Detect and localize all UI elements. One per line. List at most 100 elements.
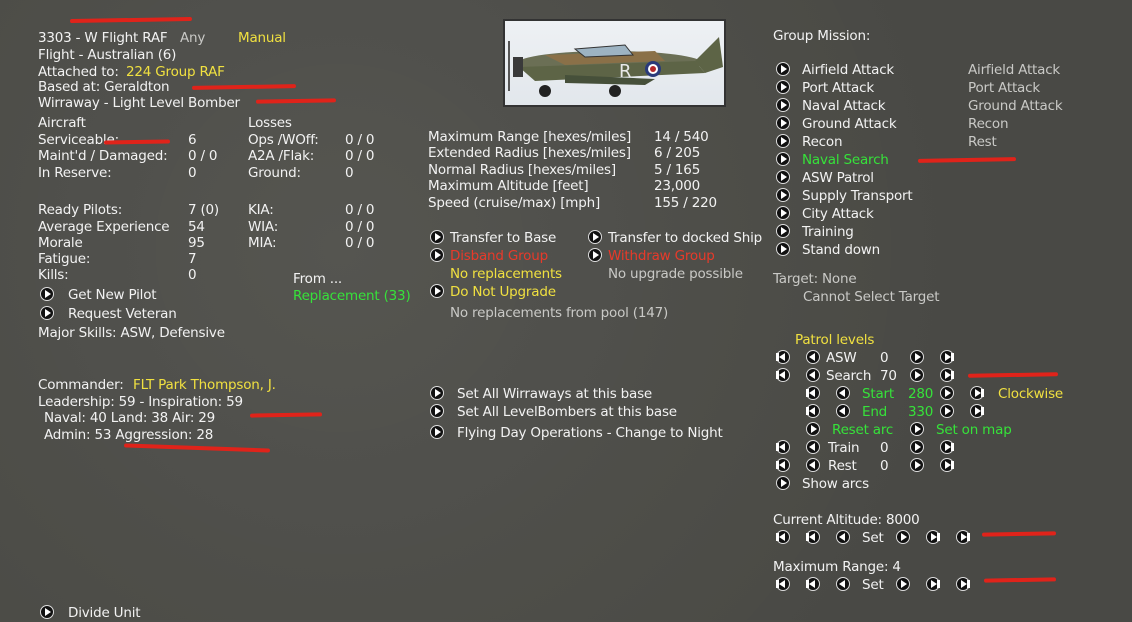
mission-airfield-attack[interactable]: Airfield Attack	[802, 62, 894, 79]
unit-flight: Flight - Australian (6)	[38, 47, 177, 63]
mission-arrow-icon[interactable]	[776, 170, 790, 184]
mission-ground-attack[interactable]: Ground Attack	[802, 116, 897, 133]
set-all-levelbombers-arrow-icon[interactable]	[430, 404, 444, 418]
fatigue-label: Fatigue:	[38, 251, 91, 267]
set-all-levelbombers-button[interactable]: Set All LevelBombers at this base	[457, 404, 677, 421]
mission-arrow-icon[interactable]	[776, 206, 790, 220]
mission-training[interactable]: Training	[802, 224, 854, 241]
range-decrease-fast-icon[interactable]	[806, 577, 820, 591]
mission-arrow-icon[interactable]	[776, 224, 790, 238]
range-increase-icon[interactable]	[896, 577, 910, 591]
rest-increase-icon[interactable]	[910, 458, 924, 472]
ready-pilots-label: Ready Pilots:	[38, 202, 123, 218]
range-decrease-max-icon[interactable]	[776, 577, 790, 591]
search-decrease-icon[interactable]	[806, 368, 820, 382]
divide-unit-button[interactable]: Divide Unit	[68, 605, 141, 622]
mission-asw-patrol[interactable]: ASW Patrol	[802, 170, 874, 187]
search-increase-fast-icon[interactable]	[940, 368, 954, 382]
show-arcs-arrow-icon[interactable]	[776, 476, 790, 490]
reset-arc-button[interactable]: Reset arc	[832, 422, 893, 439]
serviceable-value: 6	[188, 132, 197, 148]
transfer-base-button[interactable]: Transfer to Base	[450, 230, 556, 247]
set-all-wirraways-button[interactable]: Set All Wirraways at this base	[457, 386, 652, 403]
rest-increase-fast-icon[interactable]	[940, 458, 954, 472]
replacement-source[interactable]: Replacement (33)	[293, 288, 411, 305]
mission-city-attack[interactable]: City Attack	[802, 206, 874, 223]
unit-mode-label[interactable]: Manual	[238, 30, 286, 47]
annotation-mark	[255, 98, 337, 104]
altitude-decrease-icon[interactable]	[836, 530, 850, 544]
mission-arrow-icon[interactable]	[776, 134, 790, 148]
show-arcs-button[interactable]: Show arcs	[802, 476, 869, 493]
request-veteran-arrow-icon[interactable]	[40, 306, 54, 320]
altitude-increase-max-icon[interactable]	[956, 530, 970, 544]
mission-arrow-icon[interactable]	[776, 80, 790, 94]
set-all-wirraways-arrow-icon[interactable]	[430, 386, 444, 400]
do-not-upgrade-button[interactable]: Do Not Upgrade	[450, 284, 556, 301]
clockwise-toggle[interactable]: Clockwise	[998, 386, 1063, 403]
withdraw-arrow-icon[interactable]	[588, 248, 602, 262]
mission-arrow-icon[interactable]	[776, 152, 790, 166]
end-increase-icon[interactable]	[940, 404, 954, 418]
mission-naval-search[interactable]: Naval Search	[802, 152, 889, 169]
altitude-increase-icon[interactable]	[896, 530, 910, 544]
range-decrease-icon[interactable]	[836, 577, 850, 591]
set-on-map-button[interactable]: Set on map	[936, 422, 1012, 439]
end-decrease-icon[interactable]	[836, 404, 850, 418]
do-not-upgrade-arrow-icon[interactable]	[430, 284, 444, 298]
train-decrease-fast-icon[interactable]	[776, 440, 790, 454]
end-increase-fast-icon[interactable]	[970, 404, 984, 418]
mission-arrow-icon[interactable]	[776, 242, 790, 256]
request-veteran-button[interactable]: Request Veteran	[68, 306, 177, 323]
asw-decrease-fast-icon[interactable]	[776, 350, 790, 364]
train-decrease-icon[interactable]	[806, 440, 820, 454]
disband-group-button[interactable]: Disband Group	[450, 248, 548, 265]
mission-arrow-icon[interactable]	[776, 116, 790, 130]
search-decrease-fast-icon[interactable]	[776, 368, 790, 382]
start-increase-fast-icon[interactable]	[970, 386, 984, 400]
asw-increase-fast-icon[interactable]	[940, 350, 954, 364]
altitude-decrease-max-icon[interactable]	[776, 530, 790, 544]
mission-supply-transport[interactable]: Supply Transport	[802, 188, 913, 205]
altitude-decrease-fast-icon[interactable]	[806, 530, 820, 544]
end-decrease-fast-icon[interactable]	[806, 404, 820, 418]
start-decrease-fast-icon[interactable]	[806, 386, 820, 400]
mission-port-attack[interactable]: Port Attack	[802, 80, 874, 97]
get-new-pilot-arrow-icon[interactable]	[40, 287, 54, 301]
transfer-base-arrow-icon[interactable]	[430, 230, 444, 244]
set-on-map-arrow-icon[interactable]	[910, 422, 924, 436]
patrol-levels-header: Patrol levels	[795, 332, 875, 348]
mission-arrow-icon[interactable]	[776, 188, 790, 202]
asw-decrease-icon[interactable]	[806, 350, 820, 364]
rest-decrease-icon[interactable]	[806, 458, 820, 472]
flying-day-arrow-icon[interactable]	[430, 425, 444, 439]
max-range-label: Maximum Range [hexes/miles]	[428, 129, 632, 145]
flying-day-button[interactable]: Flying Day Operations - Change to Night	[457, 425, 723, 442]
mission-arrow-icon[interactable]	[776, 62, 790, 76]
asw-increase-icon[interactable]	[910, 350, 924, 364]
transfer-ship-arrow-icon[interactable]	[588, 230, 602, 244]
disband-arrow-icon[interactable]	[430, 248, 444, 262]
divide-unit-arrow-icon[interactable]	[40, 605, 54, 619]
range-increase-fast-icon[interactable]	[926, 577, 940, 591]
based-at[interactable]: Based at: Geraldton	[38, 79, 170, 96]
mission-recon[interactable]: Recon	[802, 134, 843, 151]
commander-name[interactable]: FLT Park Thompson, J.	[133, 377, 276, 394]
rest-decrease-fast-icon[interactable]	[776, 458, 790, 472]
commander-label: Commander:	[38, 377, 124, 393]
train-increase-icon[interactable]	[910, 440, 924, 454]
search-increase-icon[interactable]	[910, 368, 924, 382]
get-new-pilot-button[interactable]: Get New Pilot	[68, 287, 157, 304]
start-increase-icon[interactable]	[940, 386, 954, 400]
transfer-ship-button[interactable]: Transfer to docked Ship	[608, 230, 762, 247]
mission-naval-attack[interactable]: Naval Attack	[802, 98, 886, 115]
altitude-increase-fast-icon[interactable]	[926, 530, 940, 544]
train-increase-fast-icon[interactable]	[940, 440, 954, 454]
mission-arrow-icon[interactable]	[776, 98, 790, 112]
withdraw-group-button[interactable]: Withdraw Group	[608, 248, 715, 265]
start-value: 280	[908, 386, 934, 402]
reset-arc-arrow-icon[interactable]	[806, 422, 820, 436]
range-increase-max-icon[interactable]	[956, 577, 970, 591]
start-decrease-icon[interactable]	[836, 386, 850, 400]
mission-stand-down[interactable]: Stand down	[802, 242, 880, 259]
